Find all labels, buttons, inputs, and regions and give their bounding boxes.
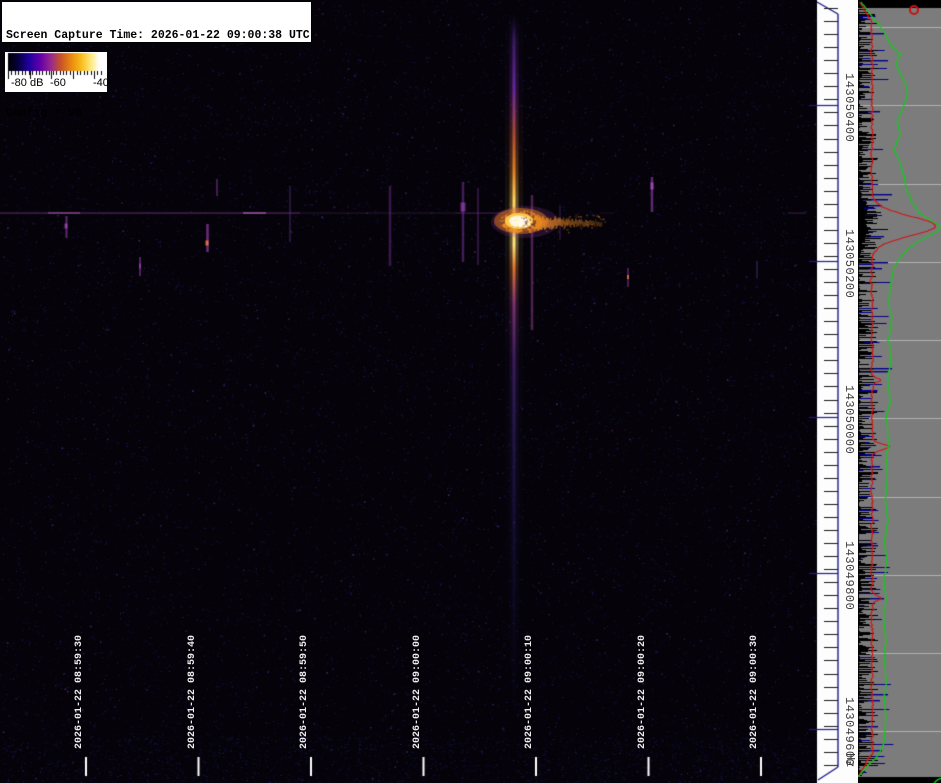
time-axis-label: 2026-01-22 08:59:30 — [74, 635, 85, 749]
legend-label-db-min: -80 dB — [11, 77, 43, 89]
spectrum-panel-canvas — [858, 0, 941, 783]
time-axis-label: 2026-01-22 09:00:20 — [637, 635, 648, 749]
freq-axis-label: 143050000 — [842, 385, 856, 454]
time-axis-label: 2026-01-22 09:00:30 — [749, 635, 760, 749]
time-axis-label: 2026-01-22 09:00:10 — [524, 635, 535, 749]
capture-info-box: Screen Capture Time: 2026-01-22 09:00:38… — [1, 1, 312, 43]
freq-axis-label: 143050400 — [842, 73, 856, 142]
legend-label-db-max: -40 — [93, 77, 109, 89]
time-axis-label: 2026-01-22 09:00:00 — [412, 635, 423, 749]
capture-time-text: Screen Capture Time: 2026-01-22 09:00:38… — [6, 29, 307, 42]
freq-axis-unit: Hz — [843, 753, 857, 767]
freq-axis-label: 143050200 — [842, 229, 856, 298]
config-text: Config = V8 — [6, 107, 307, 120]
time-axis-label: 2026-01-22 08:59:40 — [187, 635, 198, 749]
spectrogram-screen: 143050400 143050200 143050000 143049800 … — [0, 0, 941, 783]
color-scale-legend: -80 dB -60 -40 — [5, 52, 107, 92]
legend-label-db-mid: -60 — [50, 77, 66, 89]
freq-axis-label: 143049800 — [842, 541, 856, 610]
time-axis-label: 2026-01-22 08:59:50 — [299, 635, 310, 749]
